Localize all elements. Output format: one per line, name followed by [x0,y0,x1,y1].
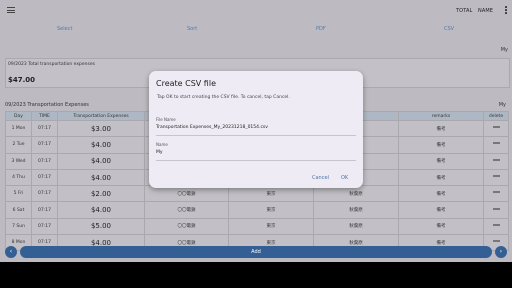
day-cell: 6 Sat [5,201,32,219]
table-row[interactable]: 6 Sat 07:17 $4.00 〇〇電鉄 東京 秋葉原 備考 [5,201,509,219]
remarks-cell: 備考 [398,201,484,219]
railway-cell: 〇〇電鉄 [144,185,229,203]
dialog-title: Create CSV file [156,79,216,88]
to-station-cell: 秋葉原 [313,217,399,236]
cancel-button[interactable]: Cancel [312,175,329,181]
ok-button[interactable]: OK [341,175,348,181]
name-field[interactable]: Name My [156,142,356,155]
chevron-right-icon: › [499,248,503,255]
time-cell: 07:17 [31,185,58,203]
time-cell: 07:17 [31,217,58,236]
header-my-label: My [500,47,508,53]
add-button[interactable]: Add [20,246,492,258]
delete-cell[interactable] [483,201,509,219]
chevron-left-icon: ‹ [9,248,13,255]
header-transportation-expenses: Transportation Expenses [57,111,145,121]
from-station-cell: 東京 [228,217,314,236]
delete-cell[interactable] [483,136,509,154]
time-cell: 07:17 [31,152,58,170]
remarks-cell: 備考 [398,119,484,138]
file-name-label: File Name [156,117,176,122]
to-station-cell: 秋葉原 [313,201,399,219]
header-delete: delete [483,111,509,121]
header-time: TIME [31,111,58,121]
app-screen: TOTAL NAME Select Sort PDF CSV My 09/202… [0,0,512,262]
previous-month-button[interactable]: ‹ [5,246,17,258]
dialog-message: Tap OK to start creating the CSV file. T… [157,95,290,100]
amount-cell: $5.00 [57,217,145,236]
total-menu-button[interactable]: TOTAL [456,8,472,14]
name-underline [156,160,356,161]
remarks-cell: 備考 [398,185,484,203]
delete-cell[interactable] [483,217,509,236]
delete-cell[interactable] [483,152,509,170]
table-row[interactable]: 5 Fri 07:17 $2.00 〇〇電鉄 東京 秋葉原 備考 [5,185,509,203]
table-row[interactable]: 7 Sun 07:17 $5.00 〇〇電鉄 東京 秋葉原 備考 [5,217,509,236]
remarks-cell: 備考 [398,217,484,236]
amount-cell: $2.00 [57,185,145,203]
delete-icon[interactable] [492,224,500,226]
time-cell: 07:17 [31,119,58,138]
remarks-cell: 備考 [398,152,484,170]
remarks-cell: 備考 [398,136,484,154]
day-cell: 4 Thu [5,168,32,187]
amount-cell: $4.00 [57,136,145,154]
name-label: Name [156,142,168,147]
header-remarks: remarks [398,111,484,121]
time-cell: 07:17 [31,201,58,219]
from-station-cell: 東京 [228,185,314,203]
action-tabs: Select Sort PDF CSV [0,24,512,34]
tab-pdf[interactable]: PDF [316,26,326,32]
top-app-bar: TOTAL NAME [0,0,512,22]
amount-cell: $3.00 [57,119,145,138]
delete-cell[interactable] [483,168,509,187]
name-input[interactable]: My [156,150,356,155]
file-name-field[interactable]: File Name Transportation Expenses_My_202… [156,117,356,130]
create-csv-dialog: Create CSV file Tap OK to start creating… [149,71,363,188]
header-day: Day [5,111,32,121]
railway-cell: 〇〇電鉄 [144,217,229,236]
bottom-bar: ‹ Add › [0,243,512,262]
amount-cell: $4.00 [57,168,145,187]
delete-icon[interactable] [492,159,500,161]
time-cell: 07:17 [31,168,58,187]
delete-icon[interactable] [492,143,500,145]
delete-icon[interactable] [492,208,500,210]
delete-cell[interactable] [483,185,509,203]
delete-icon[interactable] [492,176,500,178]
time-cell: 07:17 [31,136,58,154]
tab-csv[interactable]: CSV [444,26,454,32]
total-label: 09/2023 Total transportation expenses [8,62,95,67]
list-title: 09/2023 Transportation Expenses [5,102,89,108]
list-my-label: My [498,102,506,108]
amount-cell: $4.00 [57,201,145,219]
total-amount: $47.00 [8,76,36,84]
day-cell: 2 Tue [5,136,32,154]
delete-icon[interactable] [492,192,500,194]
menu-icon[interactable] [7,7,15,13]
next-month-button[interactable]: › [495,246,507,258]
day-cell: 3 Wed [5,152,32,170]
day-cell: 5 Fri [5,185,32,203]
day-cell: 1 Mon [5,119,32,138]
from-station-cell: 東京 [228,201,314,219]
file-name-input[interactable]: Transportation Expenses_My_20231218_0154… [156,125,356,130]
to-station-cell: 秋葉原 [313,185,399,203]
tab-sort[interactable]: Sort [187,26,197,32]
railway-cell: 〇〇電鉄 [144,201,229,219]
day-cell: 7 Sun [5,217,32,236]
amount-cell: $4.00 [57,152,145,170]
tab-select[interactable]: Select [57,26,72,32]
overflow-menu-icon[interactable] [505,6,507,14]
delete-cell[interactable] [483,119,509,138]
remarks-cell: 備考 [398,168,484,187]
name-menu-button[interactable]: NAME [478,8,493,14]
delete-icon[interactable] [492,127,500,129]
file-name-underline [156,135,356,136]
